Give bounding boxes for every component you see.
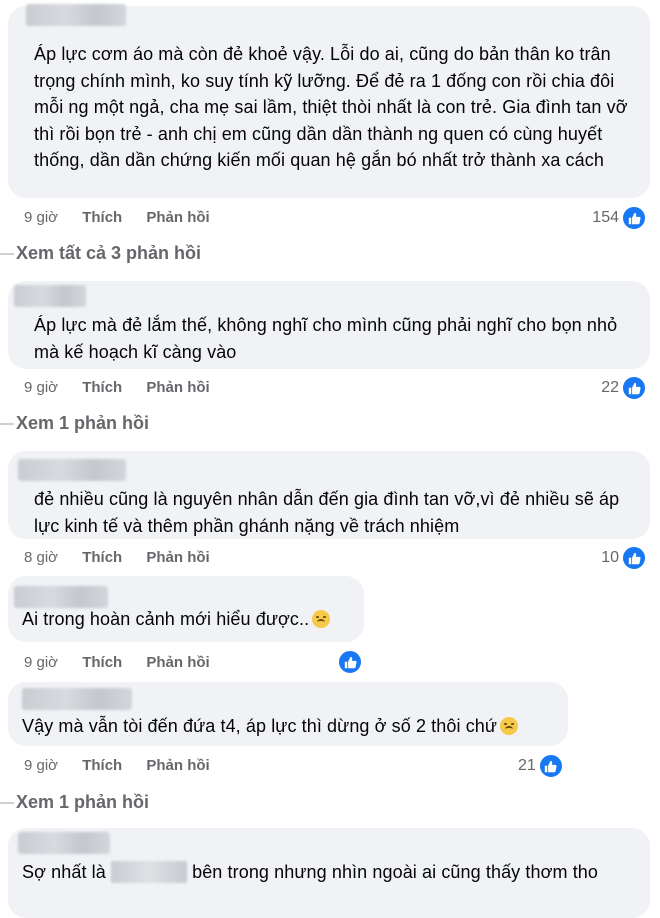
view-replies-link[interactable]: Xem 1 phản hồi (0, 413, 149, 434)
thumbs-up-icon (622, 546, 646, 570)
comment-bubble: đẻ nhiều cũng là nguyên nhân dẫn đến gia… (8, 451, 650, 539)
view-replies-link[interactable]: Xem 1 phản hồi (0, 792, 149, 813)
reply-thread-line (0, 252, 14, 255)
comment-text-part2: bên trong nhưng nhìn ngoài ai cũng thấy … (192, 862, 599, 882)
comment-time[interactable]: 9 giờ (24, 379, 58, 396)
comment-bubble: Áp lực cơm áo mà còn đẻ khoẻ vậy. Lỗi do… (8, 4, 650, 198)
comment-actions: 9 giờ Thích Phản hồi (24, 756, 230, 776)
comment-bubble: Ai trong hoàn cảnh mới hiểu được.. (8, 576, 364, 642)
blurred-author-name (18, 832, 110, 854)
comment-text-part1: Sợ nhất là (22, 862, 106, 882)
reaction-count[interactable]: 21 (518, 754, 563, 778)
thumbs-up-icon (538, 754, 563, 778)
comment-actions: 9 giờ Thích Phản hồi (24, 653, 230, 673)
reaction-count[interactable]: 22 (601, 376, 646, 400)
sad-face-emoji (312, 610, 331, 628)
view-replies-label: Xem 1 phản hồi (16, 792, 150, 812)
view-replies-label: Xem tất cả 3 phản hồi (16, 243, 202, 263)
reply-link[interactable]: Phản hồi (146, 757, 209, 774)
reply-link[interactable]: Phản hồi (146, 654, 209, 671)
comment-text: Sợ nhất là bên trong nhưng nhìn ngoài ai… (22, 859, 638, 886)
reaction-count[interactable] (338, 650, 362, 674)
blurred-word (110, 861, 187, 883)
view-replies-label: Xem 1 phản hồi (16, 413, 150, 433)
blurred-author-name (14, 285, 86, 307)
comment-time[interactable]: 9 giờ (24, 209, 58, 226)
like-link[interactable]: Thích (82, 757, 122, 774)
thumbs-up-icon (622, 206, 646, 230)
reply-link[interactable]: Phản hồi (146, 549, 209, 566)
blurred-author-name (26, 4, 126, 26)
comment-text-content: Vậy mà vẫn tòi đến đứa t4, áp lực thì dừ… (22, 716, 498, 736)
like-link[interactable]: Thích (82, 654, 122, 671)
reply-link[interactable]: Phản hồi (146, 209, 209, 226)
reply-link[interactable]: Phản hồi (146, 379, 209, 396)
comment-bubble: Sợ nhất là bên trong nhưng nhìn ngoài ai… (8, 828, 650, 918)
comment-text: Áp lực mà đẻ lắm thế, không nghĩ cho mìn… (34, 315, 618, 362)
comment-text-content: Ai trong hoàn cảnh mới hiểu được.. (22, 609, 310, 629)
view-replies-link[interactable]: Xem tất cả 3 phản hồi (0, 243, 201, 264)
comment-actions: 9 giờ Thích Phản hồi (24, 378, 230, 398)
thumbs-up-icon (338, 650, 362, 674)
comment-actions: 8 giờ Thích Phản hồi (24, 548, 230, 568)
blurred-author-name (14, 586, 108, 608)
comment-text: đẻ nhiều cũng là nguyên nhân dẫn đến gia… (34, 489, 620, 536)
comment-bubble: Áp lực mà đẻ lắm thế, không nghĩ cho mìn… (8, 281, 650, 369)
blurred-author-name (18, 459, 126, 481)
comment-text: Ai trong hoàn cảnh mới hiểu được.. (22, 606, 352, 633)
like-link[interactable]: Thích (82, 209, 122, 226)
reaction-count[interactable]: 154 (592, 206, 646, 230)
reaction-number: 10 (601, 549, 619, 566)
reaction-count[interactable]: 10 (601, 546, 646, 570)
like-link[interactable]: Thích (82, 379, 122, 396)
comment-text: Vậy mà vẫn tòi đến đứa t4, áp lực thì dừ… (22, 713, 556, 740)
worried-face-emoji (500, 717, 519, 735)
comment-bubble: Vậy mà vẫn tòi đến đứa t4, áp lực thì dừ… (8, 682, 568, 746)
reaction-number: 21 (518, 757, 536, 774)
reply-thread-line (0, 801, 14, 804)
comment-text: Áp lực cơm áo mà còn đẻ khoẻ vậy. Lỗi do… (34, 44, 628, 170)
comment-time[interactable]: 8 giờ (24, 549, 58, 566)
comment-time[interactable]: 9 giờ (24, 757, 58, 774)
comment-actions: 9 giờ Thích Phản hồi (24, 208, 230, 228)
reaction-number: 22 (601, 379, 619, 396)
thumbs-up-icon (622, 376, 646, 400)
reply-thread-line (0, 422, 14, 425)
comment-time[interactable]: 9 giờ (24, 654, 58, 671)
reaction-number: 154 (592, 209, 619, 226)
blurred-author-name (22, 688, 132, 710)
like-link[interactable]: Thích (82, 549, 122, 566)
